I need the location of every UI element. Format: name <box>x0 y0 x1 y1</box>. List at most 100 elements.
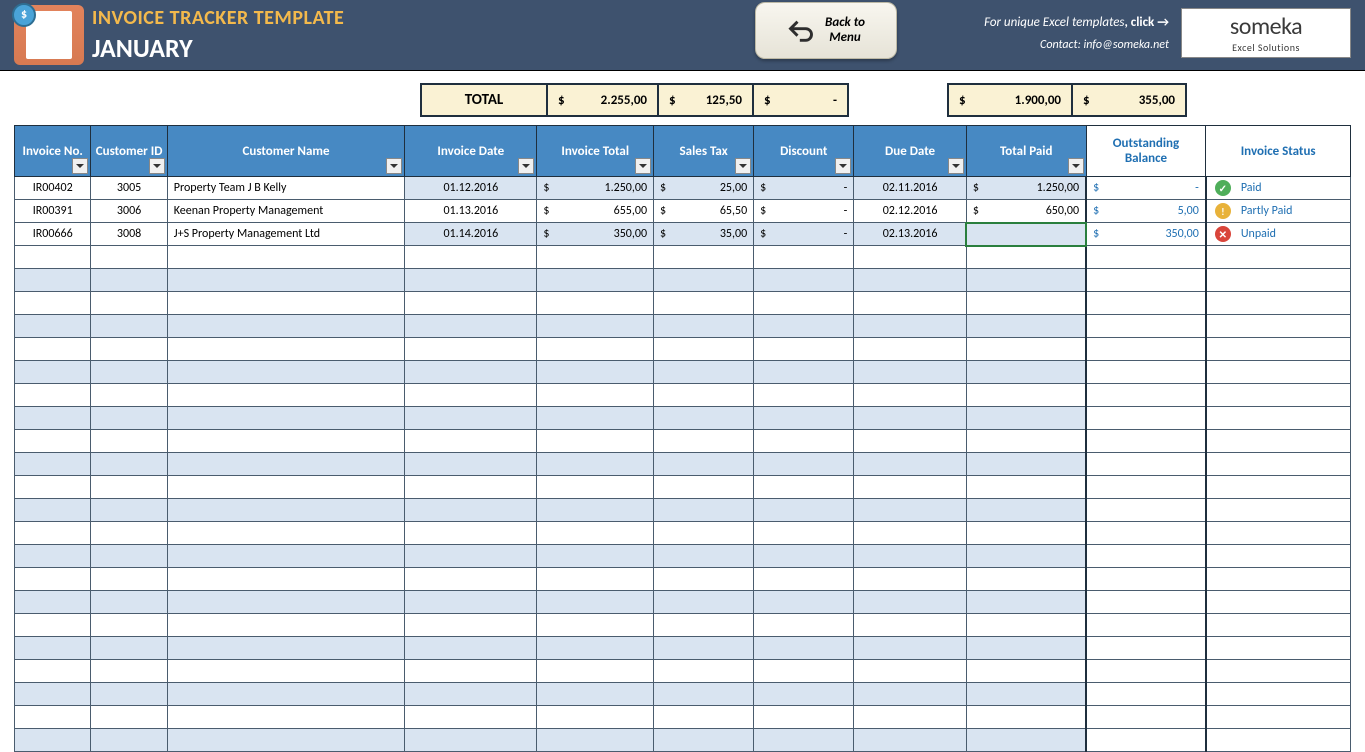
cell-empty[interactable] <box>537 292 654 315</box>
filter-dropdown-icon[interactable] <box>835 158 851 174</box>
cell-empty[interactable] <box>966 637 1086 660</box>
cell-empty[interactable] <box>854 407 967 430</box>
cell-empty[interactable] <box>854 683 967 706</box>
cell-empty[interactable] <box>1086 315 1206 338</box>
cell-empty[interactable] <box>966 315 1086 338</box>
cell-empty[interactable] <box>167 729 404 752</box>
cell-customer-name[interactable]: J+S Property Management Ltd <box>167 223 404 246</box>
cell-empty[interactable] <box>1206 315 1351 338</box>
cell-empty[interactable] <box>754 591 854 614</box>
table-row[interactable] <box>15 361 1351 384</box>
cell-empty[interactable] <box>654 545 754 568</box>
cell-empty[interactable] <box>405 545 537 568</box>
cell-empty[interactable] <box>1206 614 1351 637</box>
cell-invoice-no[interactable]: IR00402 <box>15 177 91 200</box>
cell-empty[interactable] <box>537 660 654 683</box>
filter-dropdown-icon[interactable] <box>735 158 751 174</box>
cell-empty[interactable] <box>854 269 967 292</box>
cell-customer-id[interactable]: 3008 <box>91 223 167 246</box>
cell-empty[interactable] <box>537 407 654 430</box>
cell-empty[interactable] <box>167 683 404 706</box>
cell-empty[interactable] <box>754 614 854 637</box>
cell-discount[interactable]: $- <box>754 200 854 223</box>
cell-empty[interactable] <box>966 660 1086 683</box>
cell-empty[interactable] <box>537 384 654 407</box>
cell-empty[interactable] <box>654 706 754 729</box>
cell-empty[interactable] <box>854 292 967 315</box>
cell-empty[interactable] <box>854 545 967 568</box>
cell-empty[interactable] <box>1206 407 1351 430</box>
cell-empty[interactable] <box>966 361 1086 384</box>
cell-empty[interactable] <box>167 361 404 384</box>
cell-empty[interactable] <box>754 315 854 338</box>
cell-empty[interactable] <box>966 706 1086 729</box>
cell-empty[interactable] <box>966 499 1086 522</box>
cell-empty[interactable] <box>1206 545 1351 568</box>
cell-empty[interactable] <box>1086 568 1206 591</box>
cell-empty[interactable] <box>1086 246 1206 269</box>
cell-empty[interactable] <box>15 476 91 499</box>
filter-dropdown-icon[interactable] <box>635 158 651 174</box>
cell-empty[interactable] <box>15 660 91 683</box>
cell-empty[interactable] <box>167 292 404 315</box>
cell-empty[interactable] <box>167 269 404 292</box>
table-row[interactable] <box>15 384 1351 407</box>
table-row[interactable] <box>15 683 1351 706</box>
table-row[interactable] <box>15 499 1351 522</box>
cell-empty[interactable] <box>167 637 404 660</box>
col-header-customer-id[interactable]: Customer ID <box>91 126 167 177</box>
cell-empty[interactable] <box>405 568 537 591</box>
cell-empty[interactable] <box>91 660 167 683</box>
cell-customer-name[interactable]: Property Team J B Kelly <box>167 177 404 200</box>
cell-empty[interactable] <box>854 591 967 614</box>
cell-empty[interactable] <box>854 614 967 637</box>
cell-customer-id[interactable]: 3006 <box>91 200 167 223</box>
cell-empty[interactable] <box>537 476 654 499</box>
cell-empty[interactable] <box>1206 384 1351 407</box>
cell-empty[interactable] <box>966 614 1086 637</box>
cell-empty[interactable] <box>405 407 537 430</box>
cell-empty[interactable] <box>654 292 754 315</box>
cell-empty[interactable] <box>15 637 91 660</box>
cell-empty[interactable] <box>167 315 404 338</box>
cell-due-date[interactable]: 02.12.2016 <box>854 200 967 223</box>
cell-empty[interactable] <box>754 637 854 660</box>
col-header-discount[interactable]: Discount <box>754 126 854 177</box>
cell-empty[interactable] <box>854 660 967 683</box>
cell-empty[interactable] <box>537 522 654 545</box>
cell-empty[interactable] <box>91 706 167 729</box>
cell-empty[interactable] <box>1206 269 1351 292</box>
table-row[interactable] <box>15 269 1351 292</box>
cell-empty[interactable] <box>167 246 404 269</box>
cell-sales-tax[interactable]: $35,00 <box>654 223 754 246</box>
cell-empty[interactable] <box>405 338 537 361</box>
cell-empty[interactable] <box>15 361 91 384</box>
table-row[interactable] <box>15 407 1351 430</box>
cell-empty[interactable] <box>966 407 1086 430</box>
table-row[interactable] <box>15 637 1351 660</box>
cell-empty[interactable] <box>15 269 91 292</box>
cell-empty[interactable] <box>754 269 854 292</box>
cell-empty[interactable] <box>405 269 537 292</box>
cell-empty[interactable] <box>654 315 754 338</box>
table-row[interactable] <box>15 476 1351 499</box>
cell-empty[interactable] <box>405 614 537 637</box>
cell-invoice-date[interactable]: 01.13.2016 <box>405 200 537 223</box>
cell-empty[interactable] <box>91 361 167 384</box>
cell-empty[interactable] <box>15 545 91 568</box>
cell-empty[interactable] <box>1086 384 1206 407</box>
cell-empty[interactable] <box>405 591 537 614</box>
cell-empty[interactable] <box>754 568 854 591</box>
cell-empty[interactable] <box>91 407 167 430</box>
cell-empty[interactable] <box>754 246 854 269</box>
cell-empty[interactable] <box>1206 361 1351 384</box>
cell-empty[interactable] <box>91 614 167 637</box>
cell-empty[interactable] <box>405 637 537 660</box>
cell-empty[interactable] <box>167 614 404 637</box>
cell-empty[interactable] <box>654 591 754 614</box>
cell-empty[interactable] <box>167 384 404 407</box>
cell-empty[interactable] <box>405 476 537 499</box>
filter-dropdown-icon[interactable] <box>1068 158 1084 174</box>
cell-empty[interactable] <box>1086 499 1206 522</box>
cell-empty[interactable] <box>91 591 167 614</box>
